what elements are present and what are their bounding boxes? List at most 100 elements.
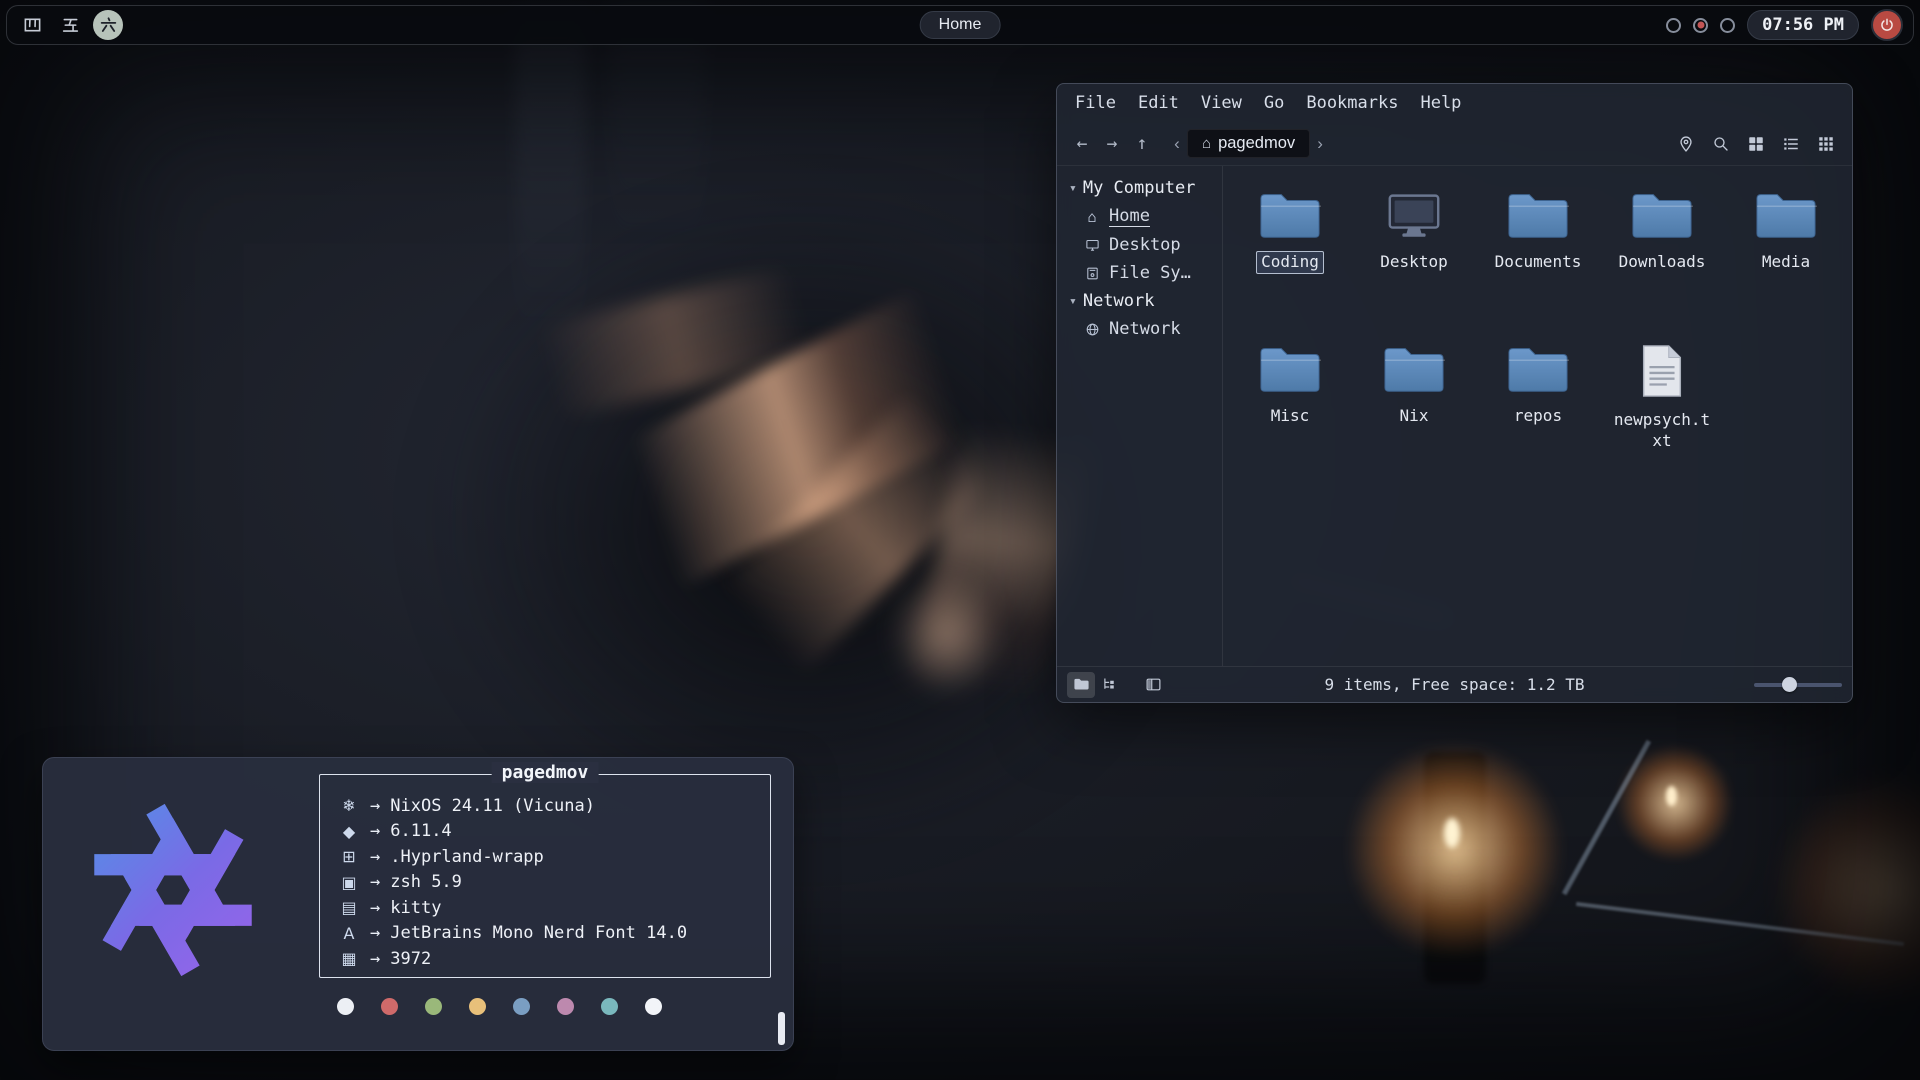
menu-bar: File Edit View Go Bookmarks Help	[1057, 84, 1852, 122]
file-item-misc[interactable]: Misc	[1228, 344, 1352, 498]
folder-icon	[1259, 344, 1321, 398]
view-list-button[interactable]	[1778, 131, 1804, 157]
nixos-logo	[75, 792, 271, 988]
folder-icon	[1259, 190, 1321, 244]
sidebar-item-network[interactable]: Network	[1061, 315, 1218, 343]
fetch-value: 3972	[390, 949, 431, 969]
side-pane-tree-button[interactable]	[1095, 672, 1123, 698]
toolbar-right	[1673, 131, 1842, 157]
forward-button[interactable]: →	[1097, 129, 1127, 159]
home-icon: ⌂	[1083, 208, 1101, 226]
tray-indicator-icon[interactable]	[1720, 18, 1735, 33]
tray-record-indicator-icon[interactable]	[1693, 18, 1708, 33]
menu-edit[interactable]: Edit	[1128, 89, 1189, 117]
fetch-value: 6.11.4	[390, 821, 451, 841]
sidebar-item-label: Network	[1109, 319, 1181, 339]
expander-icon: ▾	[1069, 181, 1077, 196]
file-label: Nix	[1395, 405, 1434, 428]
wallpaper-light-band	[515, 10, 585, 340]
terminal-icon: ▤	[338, 898, 360, 917]
file-item-repos[interactable]: repos	[1476, 344, 1600, 498]
breadcrumb-path-button[interactable]: ⌂ pagedmov	[1187, 129, 1310, 158]
active-window-title[interactable]: Home	[920, 11, 1001, 39]
kernel-icon: ◆	[338, 822, 360, 841]
power-button[interactable]	[1871, 9, 1903, 41]
folder-icon	[1507, 344, 1569, 398]
breadcrumb-next-icon[interactable]: ›	[1310, 130, 1330, 158]
file-item-coding[interactable]: Coding	[1228, 190, 1352, 344]
disk-icon	[1083, 266, 1101, 281]
file-item-desktop[interactable]: Desktop	[1352, 190, 1476, 344]
workspace-button-5[interactable]	[55, 10, 85, 40]
terminal-scrollbar-thumb[interactable]	[778, 1012, 785, 1045]
desktop-icon	[1383, 190, 1445, 244]
zoom-slider[interactable]	[1754, 674, 1842, 696]
status-text: 9 items, Free space: 1.2 TB	[1324, 675, 1584, 694]
top-bar-right: 07:56 PM	[1666, 9, 1903, 41]
palette-dot	[381, 998, 398, 1015]
menu-view[interactable]: View	[1191, 89, 1252, 117]
search-icon	[1712, 135, 1730, 153]
file-item-downloads[interactable]: Downloads	[1600, 190, 1724, 344]
monitor-icon	[1083, 238, 1101, 253]
workspace-button-4[interactable]	[17, 10, 47, 40]
fetch-value: JetBrains Mono Nerd Font 14.0	[390, 923, 687, 943]
nixos-icon: ❄	[338, 796, 360, 815]
palette-dot	[645, 998, 662, 1015]
sidebar-group-network[interactable]: ▾ Network	[1061, 287, 1218, 315]
search-button[interactable]	[1708, 131, 1734, 157]
sidebar-item-desktop[interactable]: Desktop	[1061, 231, 1218, 259]
file-item-nix[interactable]: Nix	[1352, 344, 1476, 498]
tray-indicator-icon[interactable]	[1666, 18, 1681, 33]
file-item-newpsych-txt[interactable]: newpsych.txt	[1600, 344, 1724, 498]
sidebar-item-filesystem[interactable]: File Sy…	[1061, 259, 1218, 287]
sidebar-item-home[interactable]: ⌂ Home	[1061, 202, 1218, 231]
kanji-five-icon	[61, 16, 80, 35]
list-view-icon	[1782, 135, 1800, 153]
folder-icon	[1507, 190, 1569, 244]
wallpaper-shelf-edge	[1576, 902, 1904, 946]
menu-go[interactable]: Go	[1254, 89, 1294, 117]
side-pane-places-button[interactable]	[1067, 672, 1095, 698]
view-compact-button[interactable]	[1813, 131, 1839, 157]
file-item-documents[interactable]: Documents	[1476, 190, 1600, 344]
arrow-icon: →	[370, 872, 380, 892]
workspace-switcher	[17, 10, 123, 40]
packages-icon: ▦	[338, 949, 360, 968]
compact-view-icon	[1817, 135, 1835, 153]
top-bar: Home 07:56 PM	[6, 5, 1914, 45]
toggle-side-pane-button[interactable]	[1139, 672, 1167, 698]
view-grid-button[interactable]	[1743, 131, 1769, 157]
home-icon: ⌂	[1202, 135, 1211, 152]
kanji-six-icon	[99, 16, 118, 35]
fetch-value: NixOS 24.11 (Vicuna)	[390, 796, 595, 816]
sidebar-group-label: Network	[1083, 291, 1155, 311]
zoom-slider-track[interactable]	[1754, 683, 1842, 687]
font-icon: A	[338, 924, 360, 943]
sidebar-group-my-computer[interactable]: ▾ My Computer	[1061, 174, 1218, 202]
file-label: Coding	[1256, 251, 1324, 274]
fetch-rows: ❄ → NixOS 24.11 (Vicuna) ◆ → 6.11.4 ⊞ → …	[320, 775, 770, 972]
arrow-icon: →	[370, 796, 380, 816]
zoom-slider-knob[interactable]	[1782, 677, 1797, 692]
back-button[interactable]: ←	[1067, 129, 1097, 159]
menu-help[interactable]: Help	[1410, 89, 1471, 117]
palette-dot	[513, 998, 530, 1015]
file-icon-view: Coding Desktop Documents Downloads	[1223, 166, 1852, 666]
breadcrumb-prev-icon[interactable]: ‹	[1167, 130, 1187, 158]
file-label: newpsych.txt	[1606, 409, 1718, 453]
file-item-media[interactable]: Media	[1724, 190, 1848, 344]
folder-icon	[1755, 190, 1817, 244]
workspace-button-6-active[interactable]	[93, 10, 123, 40]
text-file-icon	[1639, 344, 1685, 402]
menu-file[interactable]: File	[1065, 89, 1126, 117]
fetch-row-os: ❄ → NixOS 24.11 (Vicuna)	[338, 793, 762, 819]
up-button[interactable]: ↑	[1127, 129, 1157, 159]
wallpaper-shelf-edge	[1562, 740, 1651, 895]
menu-bookmarks[interactable]: Bookmarks	[1296, 89, 1408, 117]
fetch-row-wm: ⊞ → .Hyprland-wrapp	[338, 844, 762, 870]
shell-icon: ▣	[338, 873, 360, 892]
wallpaper-hair-highlight	[537, 265, 812, 420]
location-pin-button[interactable]	[1673, 131, 1699, 157]
fetch-value: kitty	[390, 898, 441, 918]
